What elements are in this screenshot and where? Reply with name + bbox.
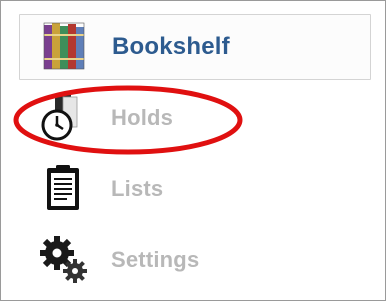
nav-item-holds[interactable]: Holds [19, 85, 371, 151]
lists-clipboard-icon [37, 162, 89, 214]
nav-item-settings[interactable]: Settings [19, 227, 371, 293]
nav-item-bookshelf[interactable]: Bookshelf [19, 14, 371, 80]
nav-label-lists: Lists [111, 176, 164, 201]
nav-label-bookshelf: Bookshelf [112, 33, 230, 60]
holds-clock-icon [37, 91, 89, 143]
nav-item-lists[interactable]: Lists [19, 156, 371, 222]
nav-label-holds: Holds [111, 105, 174, 130]
nav-label-settings: Settings [111, 247, 200, 272]
settings-gears-icon [37, 233, 89, 285]
navigation-panel: Bookshelf Holds Lists Settings [0, 0, 386, 301]
bookshelf-icon [38, 21, 90, 73]
